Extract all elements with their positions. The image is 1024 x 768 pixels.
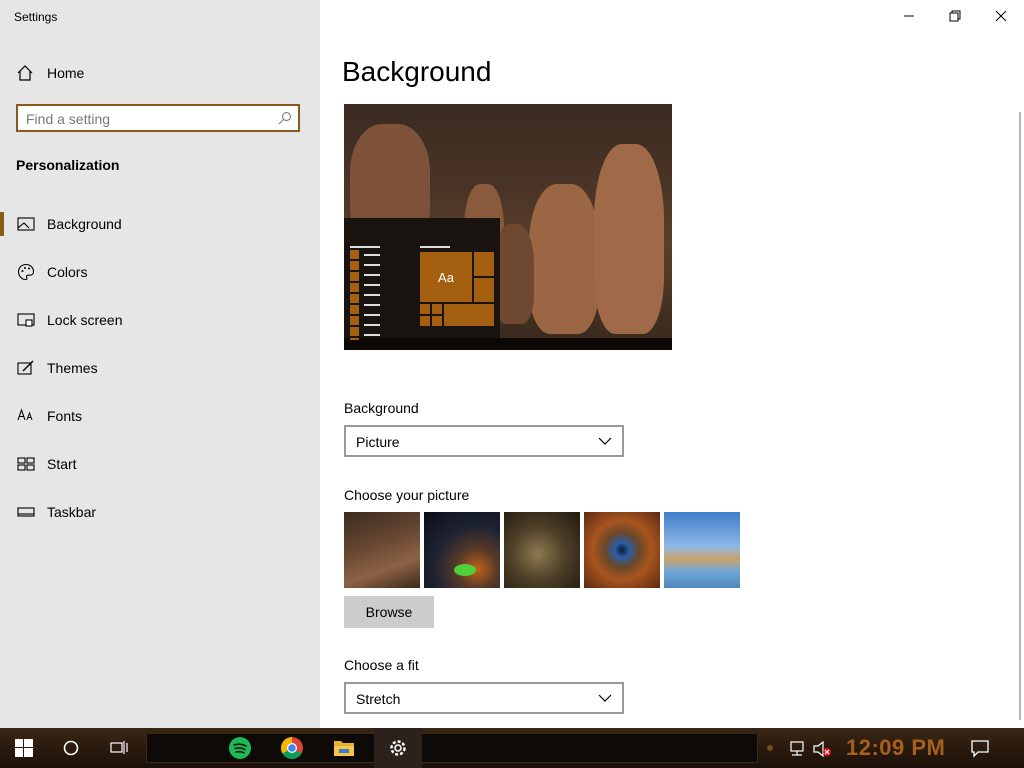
sidebar-nav: Background Colors Lock screen Themes Fon…	[0, 200, 320, 536]
picture-thumbnail-3[interactable]	[504, 512, 580, 588]
home-icon	[17, 65, 33, 81]
cortana-icon	[63, 740, 79, 756]
brush-icon	[17, 360, 34, 375]
sidebar-item-themes[interactable]: Themes	[0, 344, 320, 392]
sidebar-item-background[interactable]: Background	[0, 200, 320, 248]
sidebar-item-taskbar[interactable]: Taskbar	[0, 488, 320, 536]
action-center-icon[interactable]	[970, 738, 990, 758]
taskbar-clock[interactable]: 12:09 PM	[846, 735, 945, 761]
browse-button[interactable]: Browse	[344, 596, 434, 628]
choose-fit-label: Choose a fit	[344, 657, 419, 673]
chrome-taskbar-button[interactable]	[268, 728, 316, 768]
volume-muted-icon[interactable]	[812, 741, 832, 757]
background-label: Background	[344, 400, 419, 416]
picture-icon	[17, 217, 35, 231]
choose-picture-label: Choose your picture	[344, 487, 470, 503]
gear-icon	[390, 740, 406, 756]
task-view-icon	[110, 741, 128, 754]
sidebar-item-colors[interactable]: Colors	[0, 248, 320, 296]
search-box[interactable]	[16, 104, 300, 132]
picture-thumbnail-4[interactable]	[584, 512, 660, 588]
restore-icon	[949, 10, 961, 22]
preview-taskbar	[344, 338, 672, 350]
folder-icon	[334, 741, 354, 756]
taskbar-icon	[17, 507, 35, 517]
home-label: Home	[47, 65, 85, 81]
windows-logo-icon	[15, 739, 33, 757]
sidebar-item-label: Fonts	[47, 408, 83, 424]
minimize-icon	[904, 15, 914, 17]
spotify-taskbar-button[interactable]	[216, 728, 264, 768]
scrollbar[interactable]	[1019, 112, 1021, 720]
start-button[interactable]	[0, 728, 48, 768]
sidebar-item-label: Taskbar	[47, 504, 97, 520]
sidebar-item-label: Themes	[47, 360, 98, 376]
fit-dropdown[interactable]: Stretch	[344, 682, 624, 714]
palette-icon	[17, 263, 35, 281]
sidebar-item-label: Lock screen	[47, 312, 123, 328]
cortana-button[interactable]	[48, 728, 96, 768]
section-title: Personalization	[16, 157, 120, 173]
task-view-button[interactable]	[96, 728, 144, 768]
close-icon	[995, 10, 1007, 22]
background-preview: Aa	[344, 104, 672, 350]
search-input[interactable]	[26, 110, 266, 128]
chevron-down-icon	[598, 694, 612, 702]
settings-taskbar-button[interactable]	[374, 728, 422, 768]
page-title: Background	[342, 56, 492, 87]
sidebar: Settings Home Personalization Background	[0, 0, 320, 728]
home-link[interactable]: Home	[16, 62, 84, 84]
minimize-button[interactable]	[886, 0, 932, 32]
sidebar-item-fonts[interactable]: Fonts	[0, 392, 320, 440]
picture-thumbnail-1[interactable]	[344, 512, 420, 588]
background-dropdown-value: Picture	[356, 434, 400, 450]
sidebar-item-label: Colors	[47, 264, 88, 280]
spotify-icon	[229, 737, 251, 759]
font-icon	[17, 408, 33, 421]
start-menu-icon	[17, 457, 35, 471]
file-explorer-taskbar-button[interactable]	[320, 728, 368, 768]
sidebar-item-lock-screen[interactable]: Lock screen	[0, 296, 320, 344]
app-title: Settings	[14, 10, 58, 24]
picture-thumbnail-5[interactable]	[664, 512, 740, 588]
sidebar-item-label: Start	[47, 456, 77, 472]
fit-dropdown-value: Stretch	[356, 691, 401, 707]
search-icon[interactable]	[278, 111, 292, 125]
picture-thumbnail-2[interactable]	[424, 512, 500, 588]
chevron-up-icon[interactable]	[766, 744, 774, 752]
sidebar-item-start[interactable]: Start	[0, 440, 320, 488]
preview-start-menu: Aa	[344, 218, 500, 340]
chevron-down-icon	[598, 437, 612, 445]
preview-tile: Aa	[420, 252, 472, 302]
network-icon[interactable]	[788, 741, 806, 757]
sidebar-item-label: Background	[47, 216, 122, 232]
background-dropdown[interactable]: Picture	[344, 425, 624, 457]
chrome-icon	[281, 737, 303, 759]
close-button[interactable]	[978, 0, 1024, 32]
restore-button[interactable]	[932, 0, 978, 32]
lock-screen-icon	[17, 313, 35, 327]
